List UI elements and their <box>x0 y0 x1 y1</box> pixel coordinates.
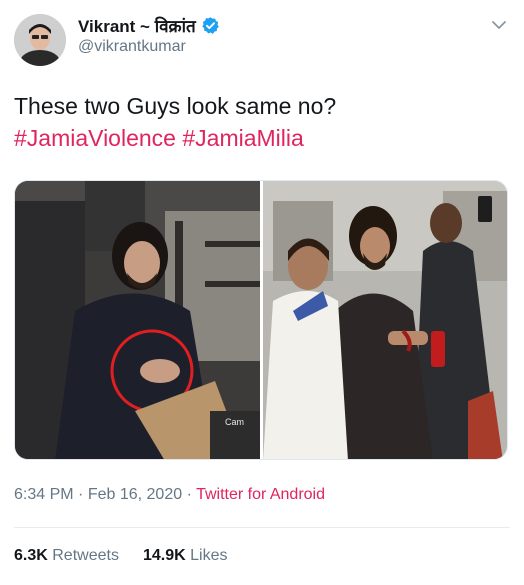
tweet-source-link[interactable]: Twitter for Android <box>196 486 325 503</box>
photo-left[interactable]: Cam <box>15 181 260 459</box>
handle[interactable]: @vikrantkumar <box>78 38 220 56</box>
tweet-body: These two Guys look same no? <box>14 93 337 119</box>
tweet-date[interactable]: Feb 16, 2020 <box>88 486 182 503</box>
verified-badge-icon <box>201 16 220 35</box>
media-grid: Cam <box>14 180 508 460</box>
hashtag-line: #JamiaViolence #JamiaMilia <box>14 122 510 154</box>
retweets-count: 6.3K <box>14 547 48 564</box>
hashtag-jamiaviolence[interactable]: #JamiaViolence <box>14 125 176 151</box>
cam-overlay-text: Cam <box>225 417 244 427</box>
tweet-stats: 6.3K Retweets 14.9K Likes <box>14 547 227 565</box>
likes-stat[interactable]: 14.9K Likes <box>143 547 228 565</box>
tweet-meta: 6:34 PM · Feb 16, 2020 · Twitter for And… <box>14 486 325 504</box>
retweets-stat[interactable]: 6.3K Retweets <box>14 547 119 565</box>
retweets-label: Retweets <box>52 547 119 564</box>
author-block: Vikrant ~ विक्रांत @vikrantkumar <box>78 14 220 56</box>
photo-right[interactable] <box>263 181 507 459</box>
tweet-card: Vikrant ~ विक्रांत @vikrantkumar These t… <box>0 0 524 585</box>
tweet-time[interactable]: 6:34 PM <box>14 486 74 503</box>
avatar[interactable] <box>14 14 66 66</box>
hashtag-jamiamilia[interactable]: #JamiaMilia <box>182 125 303 151</box>
tweet-text: These two Guys look same no? #JamiaViole… <box>14 90 510 154</box>
likes-count: 14.9K <box>142 547 186 564</box>
display-name[interactable]: Vikrant ~ विक्रांत <box>78 14 196 37</box>
divider <box>14 527 510 528</box>
likes-label: Likes <box>190 547 228 564</box>
chevron-down-icon[interactable] <box>490 16 508 34</box>
